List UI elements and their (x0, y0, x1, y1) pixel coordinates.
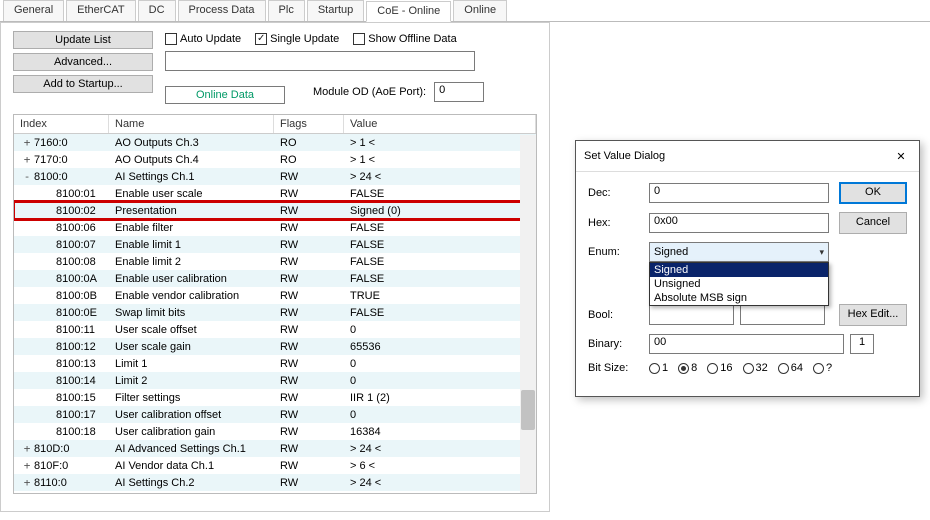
table-row[interactable]: 8100:0BEnable vendor calibrationRWTRUE (14, 287, 536, 304)
table-row[interactable]: 8100:15Filter settingsRWIIR 1 (2) (14, 389, 536, 406)
bitsize-radio-16[interactable]: 16 (707, 362, 732, 374)
hex-label: Hex: (588, 217, 643, 229)
tab-general[interactable]: General (3, 0, 64, 21)
bool-label: Bool: (588, 309, 643, 321)
close-icon[interactable]: ✕ (891, 146, 911, 166)
online-data-indicator: Online Data (165, 86, 285, 104)
tab-dc[interactable]: DC (138, 0, 176, 21)
enum-option[interactable]: Unsigned (650, 277, 828, 291)
hex-edit-button[interactable]: Hex Edit... (839, 304, 907, 326)
dec-input[interactable]: 0 (649, 183, 829, 203)
add-to-startup-button[interactable]: Add to Startup... (13, 75, 153, 93)
expand-icon[interactable]: + (20, 136, 34, 149)
expand-icon[interactable]: + (20, 459, 34, 472)
bitsize-radio-64[interactable]: 64 (778, 362, 803, 374)
status-input[interactable] (165, 51, 475, 71)
table-row[interactable]: 8100:14Limit 2RW0 (14, 372, 536, 389)
enum-option[interactable]: Absolute MSB sign (650, 291, 828, 305)
binary-label: Binary: (588, 338, 643, 350)
tab-coe-online[interactable]: CoE - Online (366, 1, 451, 22)
table-row[interactable]: 8100:18User calibration gainRW16384 (14, 423, 536, 440)
expand-icon[interactable]: + (20, 153, 34, 166)
show-offline-checkbox[interactable]: Show Offline Data (353, 33, 456, 45)
table-row[interactable]: +810F:0AI Vendor data Ch.1RW> 6 < (14, 457, 536, 474)
auto-update-checkbox[interactable]: Auto Update (165, 33, 241, 45)
table-row[interactable]: +7160:0AO Outputs Ch.3RO> 1 < (14, 134, 536, 151)
tab-online[interactable]: Online (453, 0, 507, 21)
binary-bytes[interactable]: 1 (850, 334, 874, 354)
bitsize-radio-8[interactable]: 8 (678, 362, 697, 374)
col-name[interactable]: Name (109, 115, 274, 133)
table-row[interactable]: +810D:0AI Advanced Settings Ch.1RW> 24 < (14, 440, 536, 457)
cancel-button[interactable]: Cancel (839, 212, 907, 234)
advanced-button[interactable]: Advanced... (13, 53, 153, 71)
module-od-label: Module OD (AoE Port): (313, 86, 426, 98)
object-dictionary-table: Index Name Flags Value +7160:0AO Outputs… (13, 114, 537, 494)
table-row[interactable]: 8100:01Enable user scaleRWFALSE (14, 185, 536, 202)
expand-icon[interactable]: - (20, 170, 34, 183)
tab-ethercat[interactable]: EtherCAT (66, 0, 135, 21)
table-row[interactable]: 8100:06Enable filterRWFALSE (14, 219, 536, 236)
expand-icon[interactable]: + (20, 476, 34, 489)
enum-option[interactable]: Signed (650, 263, 828, 277)
expand-icon[interactable]: + (20, 442, 34, 455)
tab-startup[interactable]: Startup (307, 0, 364, 21)
hex-input[interactable]: 0x00 (649, 213, 829, 233)
module-od-input[interactable]: 0 (434, 82, 484, 102)
chevron-down-icon: ▾ (819, 247, 824, 258)
table-row[interactable]: 8100:0AEnable user calibrationRWFALSE (14, 270, 536, 287)
col-value[interactable]: Value (344, 115, 536, 133)
table-row[interactable]: 8100:0ESwap limit bitsRWFALSE (14, 304, 536, 321)
table-row[interactable]: +7170:0AO Outputs Ch.4RO> 1 < (14, 151, 536, 168)
table-row[interactable]: 8100:17User calibration offsetRW0 (14, 406, 536, 423)
bitsize-radio-32[interactable]: 32 (743, 362, 768, 374)
table-row[interactable]: 8100:08Enable limit 2RWFALSE (14, 253, 536, 270)
dialog-title: Set Value Dialog (584, 150, 665, 162)
bool-1-button[interactable] (740, 305, 825, 325)
enum-label: Enum: (588, 246, 643, 258)
table-row[interactable]: 8100:07Enable limit 1RWFALSE (14, 236, 536, 253)
bitsize-radio-?[interactable]: ? (813, 362, 832, 374)
table-row[interactable]: 8100:02PresentationRWSigned (0) (14, 202, 536, 219)
tab-plc[interactable]: Plc (268, 0, 305, 21)
table-row[interactable]: 8100:13Limit 1RW0 (14, 355, 536, 372)
scrollbar-thumb[interactable] (521, 390, 535, 430)
col-flags[interactable]: Flags (274, 115, 344, 133)
table-row[interactable]: +8110:0AI Settings Ch.2RW> 24 < (14, 474, 536, 491)
ok-button[interactable]: OK (839, 182, 907, 204)
single-update-checkbox[interactable]: Single Update (255, 33, 339, 45)
bitsize-radio-1[interactable]: 1 (649, 362, 668, 374)
bitsize-label: Bit Size: (588, 362, 643, 374)
coe-online-panel: Update List Advanced... Add to Startup..… (0, 22, 550, 512)
table-row[interactable]: 8100:12User scale gainRW65536 (14, 338, 536, 355)
table-row[interactable]: -8100:0AI Settings Ch.1RW> 24 < (14, 168, 536, 185)
tab-process-data[interactable]: Process Data (178, 0, 266, 21)
enum-dropdown: SignedUnsignedAbsolute MSB sign (649, 262, 829, 306)
table-row[interactable]: 8100:11User scale offsetRW0 (14, 321, 536, 338)
binary-input[interactable]: 00 (649, 334, 844, 354)
col-index[interactable]: Index (14, 115, 109, 133)
scrollbar[interactable] (520, 135, 536, 493)
bool-0-button[interactable] (649, 305, 734, 325)
dec-label: Dec: (588, 187, 643, 199)
update-list-button[interactable]: Update List (13, 31, 153, 49)
enum-combobox[interactable]: Signed ▾ (649, 242, 829, 262)
set-value-dialog: Set Value Dialog ✕ Dec: 0 OK Hex: 0x00 C… (575, 140, 920, 397)
